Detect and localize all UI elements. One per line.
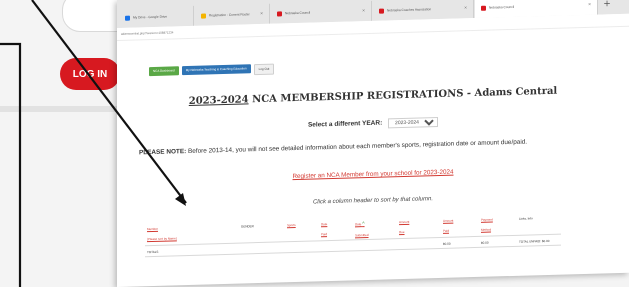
col-sublabel: (Please sort by Name): [147, 236, 177, 242]
col-label: Sports: [287, 223, 296, 228]
register-member-link[interactable]: Register an NCA Member from your school …: [117, 164, 629, 185]
col-label: GENDER: [241, 224, 254, 229]
close-icon[interactable]: ×: [254, 11, 263, 17]
totals-unpaid: TOTAL UNPAID: $0.00: [517, 234, 561, 247]
col-date-submitted[interactable]: Date ^ Submitted: [353, 218, 397, 240]
col-date-paid[interactable]: Date Paid: [319, 219, 353, 241]
col-label: Member: [147, 226, 159, 232]
tab-label: Registration - Current Roster: [209, 12, 250, 18]
n-logo-icon: [379, 8, 384, 14]
log-out-button[interactable]: Log Out: [253, 63, 275, 76]
nav-buttons: NCA Dashboard My Nebraska Teaching & Coa…: [149, 63, 275, 79]
col-gender: GENDER: [239, 221, 285, 244]
col-sublabel: Paid: [321, 232, 328, 237]
tab-google-drive[interactable]: My Drive - Google Drive: [119, 5, 194, 28]
close-icon[interactable]: ×: [458, 5, 467, 11]
title-year: 2023-2024: [188, 94, 249, 107]
col-label: Date: [321, 222, 328, 227]
table-cell: [285, 240, 319, 253]
totals-paid: $0.00: [441, 236, 479, 249]
col-label: Date: [355, 222, 362, 227]
google-drive-icon: [125, 15, 130, 21]
col-label: Amount: [443, 218, 454, 223]
col-member[interactable]: Member (Please sort by Name): [145, 222, 239, 246]
col-label: Amount: [399, 219, 410, 225]
tab-label: Nebraska Council: [285, 10, 311, 16]
n-logo-icon: [277, 10, 282, 17]
title-text: NCA MEMBERSHIP REGISTRATIONS - Adams Cen…: [252, 85, 558, 106]
col-label: Payment: [481, 217, 493, 222]
col-links-info: Links, Info: [517, 213, 561, 236]
totals-method: $0.00: [479, 235, 517, 248]
sort-asc-icon: ^: [362, 221, 365, 228]
col-sports[interactable]: Sports: [285, 220, 319, 242]
browser-window: My Drive - Google Drive Registration - C…: [117, 0, 629, 287]
registrations-table: Member (Please sort by Name) GENDER Spor…: [145, 213, 561, 258]
notice: PLEASE NOTE: Before 2013-14, you will no…: [139, 136, 629, 157]
tab-registration[interactable]: Registration - Current Roster ×: [195, 3, 270, 26]
document-icon: [201, 13, 206, 19]
divider: [0, 106, 125, 112]
dashboard-button[interactable]: NCA Dashboard: [149, 66, 179, 77]
col-amount-paid[interactable]: Amount Paid: [441, 215, 479, 238]
table-cell: [239, 241, 285, 255]
year-selector: Select a different YEAR: 2023-2024: [117, 112, 629, 136]
page-title: 2023-2024 NCA MEMBERSHIP REGISTRATIONS -…: [117, 84, 629, 109]
col-sublabel: Method: [481, 227, 492, 232]
year-select-label: Select a different YEAR:: [307, 119, 383, 129]
n-logo-icon: [481, 5, 486, 11]
close-icon[interactable]: ×: [356, 8, 365, 14]
col-payment-method[interactable]: Payment Method: [479, 214, 517, 237]
notice-text: Before 2013-14, you will not see detaile…: [188, 138, 528, 156]
tab-nebraska-council[interactable]: Nebraska Council ×: [271, 0, 372, 24]
login-button[interactable]: LOG IN: [60, 58, 120, 90]
teaching-education-button[interactable]: My Nebraska Teaching & Coaching Educatio…: [181, 64, 251, 76]
col-amount-due[interactable]: Amount Due: [397, 216, 441, 239]
year-select[interactable]: 2023-2024: [388, 117, 439, 129]
table-cell: [353, 238, 397, 251]
notice-label: PLEASE NOTE:: [139, 148, 187, 157]
tab-label: Nebraska Council: [489, 4, 515, 10]
new-tab-button[interactable]: +: [599, 0, 615, 15]
sort-hint: Click a column header to sort by that co…: [312, 196, 434, 206]
close-icon[interactable]: ×: [582, 2, 591, 8]
table-cell: [319, 239, 353, 252]
tab-label: My Drive - Google Drive: [133, 14, 168, 20]
tab-label: Nebraska Coaches Association: [387, 7, 432, 13]
col-sublabel: Due: [399, 229, 405, 235]
totals-label: TOTALS: [145, 243, 239, 257]
col-sublabel: Paid: [443, 228, 450, 233]
col-label: Links, Info: [519, 216, 533, 221]
table-cell: [397, 237, 441, 250]
col-sublabel: Submitted: [355, 232, 369, 238]
